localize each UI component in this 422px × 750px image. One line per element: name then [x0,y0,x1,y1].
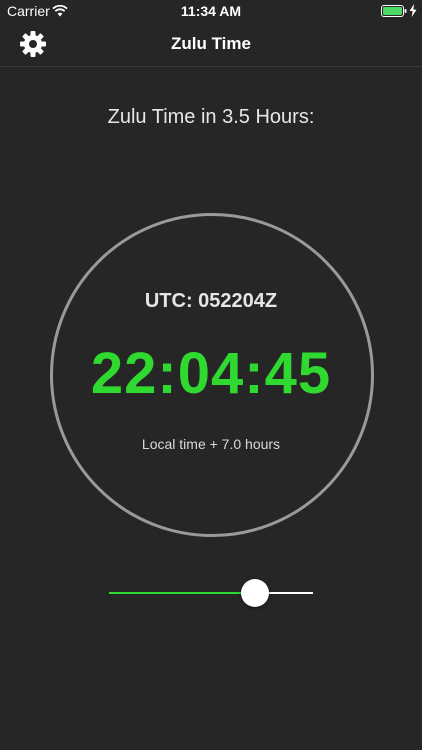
status-bar: Carrier 11:34 AM [0,0,422,22]
navigation-bar: Zulu Time [0,22,422,67]
forecast-heading: Zulu Time in 3.5 Hours: [107,106,315,128]
charging-icon [409,4,417,17]
slider-min-track [109,592,255,594]
local-offset-note: Local time + 7.0 hours [141,436,281,452]
utc-label: UTC: 052204Z [144,290,278,312]
status-time: 11:34 AM [180,3,242,19]
nav-title: Zulu Time [171,34,251,53]
battery-icon [381,5,407,17]
app-screen: Carrier 11:34 AM Zulu Time Zulu Time in … [0,0,422,750]
zulu-time-display: 22:04:45 [90,341,332,406]
slider-thumb[interactable] [241,579,269,607]
hours-slider[interactable] [109,578,313,608]
